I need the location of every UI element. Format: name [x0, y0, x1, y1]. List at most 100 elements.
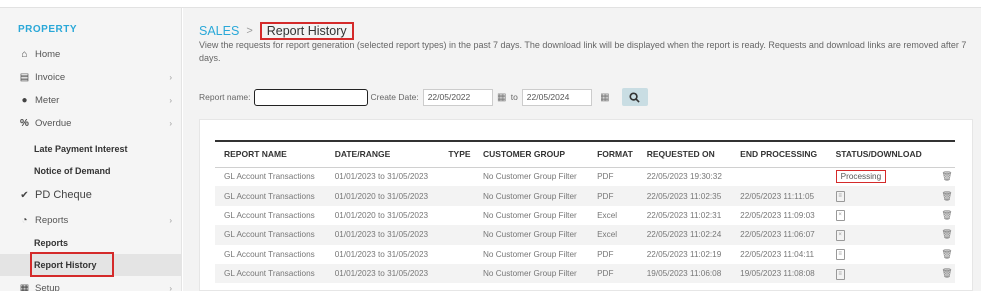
trash-icon[interactable]: 🗑: [941, 191, 952, 201]
end-processing-cell: 19/05/2023 11:08:08: [731, 263, 827, 284]
report-name-cell: GL Account Transactions: [215, 186, 326, 206]
requested-on-cell: 22/05/2023 11:02:24: [637, 225, 732, 245]
chevron-right-icon: ›: [169, 95, 172, 105]
col-customer-group: CUSTOMER GROUP: [474, 140, 589, 168]
calendar-icon[interactable]: ▦: [598, 92, 612, 103]
chevron-right-icon: ›: [169, 72, 172, 82]
sidebar-item-label: Overdue: [35, 117, 72, 129]
sidebar: PROPERTY ⌂ Home ▤ Invoice › ● Meter › % …: [0, 8, 182, 291]
check-icon: ✔: [20, 189, 29, 201]
customer-group-cell: No Customer Group Filter: [483, 210, 577, 220]
date-range-cell: 01/01/2023 to 31/05/2023: [334, 249, 429, 259]
trash-icon[interactable]: 🗑: [941, 210, 952, 220]
report-name-cell: GL Account Transactions: [215, 225, 326, 245]
excel-download-icon[interactable]: ×: [835, 229, 845, 241]
sidebar-item-label: Meter: [35, 94, 60, 106]
sidebar-item-home[interactable]: ⌂ Home: [0, 43, 182, 65]
customer-group-cell: No Customer Group Filter: [483, 172, 577, 182]
table-row: GL Account Transactions 01/01/2020 to 31…: [215, 186, 955, 206]
sidebar-item-label: Invoice: [35, 71, 66, 83]
sidebar-heading: PROPERTY: [18, 24, 78, 35]
sidebar-item-reports-sub[interactable]: Reports: [0, 232, 182, 254]
customer-group-cell: No Customer Group Filter: [474, 225, 589, 245]
type-cell: [439, 245, 474, 264]
col-requested-on: REQUESTED ON: [637, 140, 732, 168]
sidebar-item-label: Notice of Demand: [34, 166, 111, 176]
requested-on-cell: 22/05/2023 19:30:32: [646, 172, 722, 182]
pdf-download-icon[interactable]: ≡: [835, 191, 845, 203]
date-range-cell: 01/01/2020 to 31/05/2023: [325, 186, 440, 206]
col-date-range: DATE/RANGE: [325, 140, 440, 168]
col-type: TYPE: [439, 140, 474, 168]
search-button[interactable]: [621, 88, 648, 106]
excel-download-icon[interactable]: ×: [835, 210, 845, 222]
sidebar-item-reports[interactable]: ◔ Reports ›: [0, 209, 182, 231]
sidebar-item-label: Reports: [34, 238, 69, 248]
customer-group-cell: No Customer Group Filter: [474, 263, 589, 284]
sidebar-item-pd-cheque[interactable]: ✔ PD Cheque: [0, 184, 182, 206]
sidebar-item-late-payment-interest[interactable]: Late Payment Interest: [0, 138, 182, 160]
table-row: GL Account Transactions 01/01/2023 to 31…: [215, 245, 955, 264]
sidebar-item-setup[interactable]: ▦ Setup ›: [0, 277, 182, 291]
format-cell: PDF: [597, 172, 614, 182]
type-cell: [439, 225, 474, 245]
report-name-cell: GL Account Transactions: [224, 249, 315, 259]
table-row: GL Account Transactions 01/01/2023 to 31…: [215, 263, 955, 284]
grid-icon: ▦: [19, 282, 30, 291]
search-icon: [629, 91, 640, 103]
chevron-right-icon: >: [246, 25, 253, 37]
calendar-icon[interactable]: ▦: [495, 92, 509, 103]
trash-icon[interactable]: 🗑: [941, 171, 952, 181]
meter-icon: ●: [21, 94, 28, 106]
format-cell: PDF: [597, 249, 614, 259]
customer-group-cell: No Customer Group Filter: [483, 249, 577, 259]
trash-icon[interactable]: 🗑: [941, 249, 952, 259]
requested-on-cell: 22/05/2023 11:02:35: [637, 186, 732, 206]
report-history-table: REPORT NAME DATE/RANGE TYPE CUSTOMER GRO…: [215, 140, 955, 284]
date-range-cell: 01/01/2020 to 31/05/2023: [334, 210, 429, 220]
status-cell: Processing: [827, 167, 933, 186]
report-name-label: Report name:: [199, 92, 251, 102]
col-end-processing: END PROCESSING: [731, 140, 827, 168]
report-name-cell: GL Account Transactions: [224, 210, 315, 220]
sidebar-item-notice-of-demand[interactable]: Notice of Demand: [0, 160, 182, 182]
end-processing-cell: [731, 167, 826, 186]
delete-cell: 🗑: [932, 263, 955, 284]
type-cell: [439, 186, 474, 206]
delete-cell: 🗑: [932, 167, 955, 186]
breadcrumb: SALES > Report History: [199, 22, 354, 40]
table-row: GL Account Transactions 01/01/2023 to 31…: [215, 225, 955, 245]
trash-icon[interactable]: 🗑: [941, 229, 952, 239]
percent-icon: %: [20, 117, 29, 129]
report-name-input[interactable]: [253, 88, 368, 106]
top-bar: [0, 0, 981, 8]
breadcrumb-parent[interactable]: SALES: [199, 24, 239, 38]
date-from-input[interactable]: [422, 88, 493, 106]
trash-icon[interactable]: 🗑: [941, 268, 952, 278]
pdf-download-icon[interactable]: ≡: [835, 249, 845, 261]
date-to-input[interactable]: [521, 88, 592, 106]
sidebar-item-invoice[interactable]: ▤ Invoice ›: [0, 66, 182, 88]
pdf-download-icon[interactable]: ≡: [835, 268, 845, 280]
sidebar-item-meter[interactable]: ● Meter ›: [0, 89, 182, 111]
col-status-download: STATUS/DOWNLOAD: [826, 140, 933, 168]
sidebar-item-label: PD Cheque: [35, 189, 92, 201]
invoice-icon: ▤: [19, 71, 30, 83]
status-cell: ≡: [827, 245, 933, 264]
chevron-right-icon: ›: [169, 118, 172, 128]
page-description: View the requests for report generation …: [199, 40, 967, 63]
date-to-label: to: [510, 92, 518, 102]
sidebar-item-label: Reports: [35, 214, 69, 226]
page-title: Report History: [259, 22, 354, 40]
date-range-cell: 01/01/2023 to 31/05/2023: [334, 172, 429, 182]
report-name-cell: GL Account Transactions: [215, 263, 326, 284]
customer-group-cell: No Customer Group Filter: [474, 186, 589, 206]
sidebar-item-overdue[interactable]: % Overdue ›: [0, 112, 182, 134]
table-header-row: REPORT NAME DATE/RANGE TYPE CUSTOMER GRO…: [215, 140, 955, 168]
report-name-cell: GL Account Transactions: [224, 172, 315, 182]
main-content: SALES > Report History View the requests…: [183, 8, 981, 291]
date-range-cell: 01/01/2023 to 31/05/2023: [325, 263, 440, 284]
delete-cell: 🗑: [932, 245, 955, 264]
sidebar-item-label: Home: [35, 48, 61, 60]
table-row: GL Account Transactions 01/01/2020 to 31…: [215, 206, 955, 225]
